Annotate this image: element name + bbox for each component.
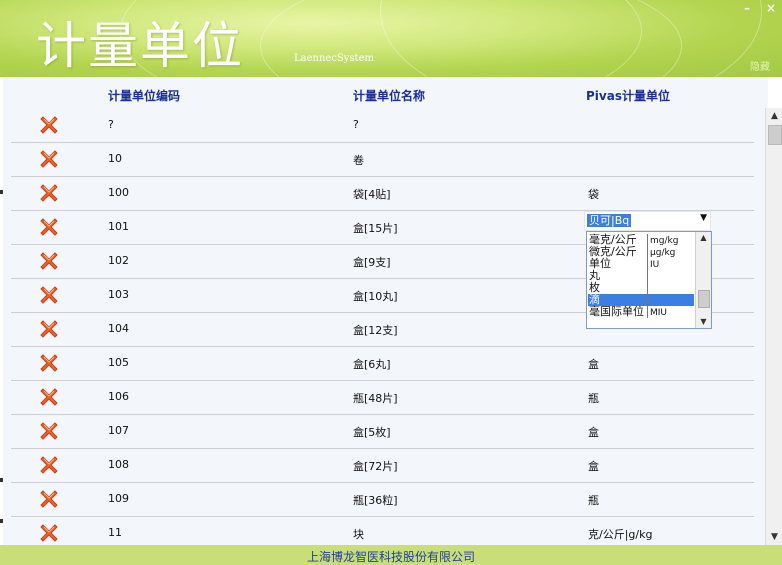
unit-name-cell: 盒[72片] [353, 460, 398, 473]
dropdown-option[interactable]: 枚 [588, 282, 694, 294]
unit-name-cell: 袋[4贴] [353, 188, 391, 201]
dropdown-scrollbar[interactable]: ▲ ▼ [695, 232, 711, 328]
unit-code-cell: 10 [108, 152, 122, 165]
grid-scrollbar[interactable]: ▲ ▼ [765, 108, 782, 545]
column-header-code[interactable]: 计量单位编码 [108, 87, 180, 104]
unit-name-cell: 盒[10丸] [353, 290, 398, 303]
delete-x-icon[interactable] [39, 387, 59, 407]
pivas-unit-cell: 瓶 [588, 392, 599, 405]
table-row[interactable]: 105 盒[6丸] 盒 [11, 347, 754, 381]
unit-code-cell: 102 [108, 254, 129, 267]
edge-mark [0, 190, 3, 194]
delete-x-icon[interactable] [39, 183, 59, 203]
pivas-unit-select[interactable]: 贝可|Bq ▼ [584, 211, 711, 231]
scroll-thumb[interactable] [768, 125, 782, 145]
unit-name-cell: 盒[6丸] [353, 358, 391, 371]
scroll-down-arrow-icon[interactable]: ▼ [766, 529, 782, 545]
pivas-unit-cell: 瓶 [588, 494, 599, 507]
pivas-unit-cell: 克/公斤|g/kg [588, 528, 653, 541]
delete-x-icon[interactable] [39, 217, 59, 237]
app-header: 计量单位 LaennecSystem – × 隐藏 [0, 0, 782, 77]
app-subtitle: LaennecSystem [294, 53, 374, 64]
unit-name-cell: 盒[12支] [353, 324, 398, 337]
chevron-down-icon[interactable]: ▼ [700, 213, 707, 223]
edge-mark [0, 519, 3, 523]
hide-button[interactable]: 隐藏 [750, 58, 770, 73]
dropdown-option[interactable]: 毫国际单位 MIU [588, 306, 694, 318]
pivas-unit-cell: 盒 [588, 460, 599, 473]
unit-code-cell: 11 [108, 526, 122, 539]
dropdown-scroll-down-icon[interactable]: ▼ [696, 316, 711, 328]
option-unit: mg/kg [650, 236, 679, 246]
pivas-unit-cell: 袋 [588, 188, 599, 201]
table-row[interactable]: ?? [11, 109, 754, 143]
table-row[interactable]: 109 瓶[36粒] 瓶 [11, 483, 754, 517]
delete-x-icon[interactable] [39, 455, 59, 475]
dropdown-option[interactable]: 丸 [588, 270, 694, 282]
delete-x-icon[interactable] [39, 115, 59, 135]
delete-x-icon[interactable] [39, 489, 59, 509]
unit-code-cell: 108 [108, 458, 129, 471]
unit-code-cell: 109 [108, 492, 129, 505]
column-header-name[interactable]: 计量单位名称 [353, 87, 425, 104]
unit-name-cell: 块 [353, 528, 364, 541]
unit-code-cell: 100 [108, 186, 129, 199]
table-row[interactable]: 108 盒[72片] 盒 [11, 449, 754, 483]
option-unit: IU [650, 260, 660, 270]
unit-name-cell: ? [353, 118, 359, 131]
edge-mark [0, 478, 3, 482]
delete-x-icon[interactable] [39, 149, 59, 169]
scroll-up-arrow-icon[interactable]: ▲ [766, 108, 782, 124]
unit-code-cell: 105 [108, 356, 129, 369]
delete-x-icon[interactable] [39, 319, 59, 339]
page-title: 计量单位 [36, 17, 244, 75]
column-header-pivas[interactable]: Pivas计量单位 [586, 87, 670, 104]
company-name: 上海博龙智医科技股份有限公司 [306, 550, 475, 564]
table-row[interactable]: 10 卷 [11, 143, 754, 177]
select-value: 贝可|Bq [587, 214, 632, 227]
unit-code-cell: 104 [108, 322, 129, 335]
dropdown-scroll-up-icon[interactable]: ▲ [696, 232, 711, 244]
delete-x-icon[interactable] [39, 353, 59, 373]
option-unit [648, 272, 650, 282]
dropdown-option[interactable]: 单位 IU [588, 258, 694, 270]
footer: 上海博龙智医科技股份有限公司 [0, 545, 782, 565]
unit-code-cell: 107 [108, 424, 129, 437]
header-decoration [380, 0, 762, 77]
delete-x-icon[interactable] [39, 421, 59, 441]
unit-name-cell: 瓶[48片] [353, 392, 398, 405]
table-row[interactable]: 11 块 克/公斤|g/kg [11, 517, 754, 545]
unit-name-cell: 盒[9支] [353, 256, 391, 269]
option-unit [648, 284, 650, 294]
unit-code-cell: 101 [108, 220, 129, 233]
table-row[interactable]: 106 瓶[48片] 瓶 [11, 381, 754, 415]
grid-header: 计量单位编码 计量单位名称 Pivas计量单位 [3, 77, 768, 109]
unit-name-cell: 盒[15片] [353, 222, 398, 235]
dropdown-scroll-thumb[interactable] [698, 290, 710, 308]
delete-x-icon[interactable] [39, 523, 59, 543]
minimize-button[interactable]: – [744, 1, 750, 15]
table-row[interactable]: 107 盒[5枚] 盒 [11, 415, 754, 449]
option-unit: μg/kg [650, 248, 676, 258]
pivas-unit-cell: 盒 [588, 426, 599, 439]
pivas-unit-dropdown[interactable]: 毫克/公斤 mg/kg 微克/公斤 μg/kg 单位 IU 丸枚滴毫国际单位 MIU ▲ ▼ [586, 231, 712, 329]
unit-code-cell: ? [108, 118, 114, 131]
unit-name-cell: 瓶[36粒] [353, 494, 398, 507]
option-name: 毫国际单位 [588, 306, 648, 318]
table-row[interactable]: 100 袋[4贴] 袋 [11, 177, 754, 211]
unit-code-cell: 106 [108, 390, 129, 403]
delete-x-icon[interactable] [39, 285, 59, 305]
pivas-unit-cell: 盒 [588, 358, 599, 371]
delete-x-icon[interactable] [39, 251, 59, 271]
unit-code-cell: 103 [108, 288, 129, 301]
close-button[interactable]: × [766, 1, 776, 15]
unit-name-cell: 卷 [353, 154, 364, 167]
unit-name-cell: 盒[5枚] [353, 426, 391, 439]
option-unit: MIU [650, 308, 668, 318]
option-unit [648, 296, 650, 306]
